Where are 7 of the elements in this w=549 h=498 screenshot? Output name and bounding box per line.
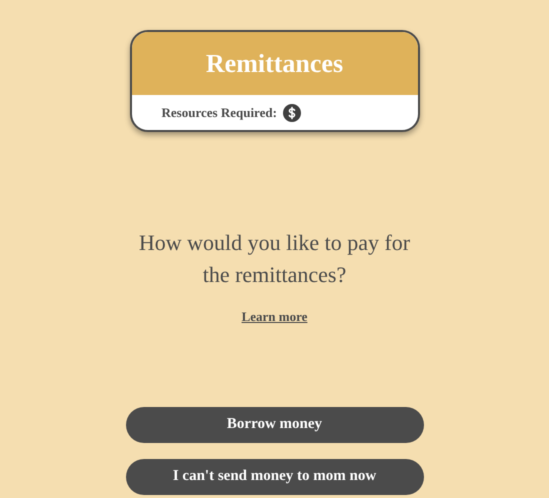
card-title: Remittances [206,48,344,80]
question-text: How would you like to pay for the remittances? [138,229,412,289]
option-button[interactable]: Borrow money [126,406,424,442]
dollar-coin-icon [282,104,301,122]
learn-more-link[interactable]: Learn more [242,307,308,326]
resources-label: Resources Required: [162,104,277,122]
option-button[interactable]: I can't send money to mom now [126,458,424,494]
